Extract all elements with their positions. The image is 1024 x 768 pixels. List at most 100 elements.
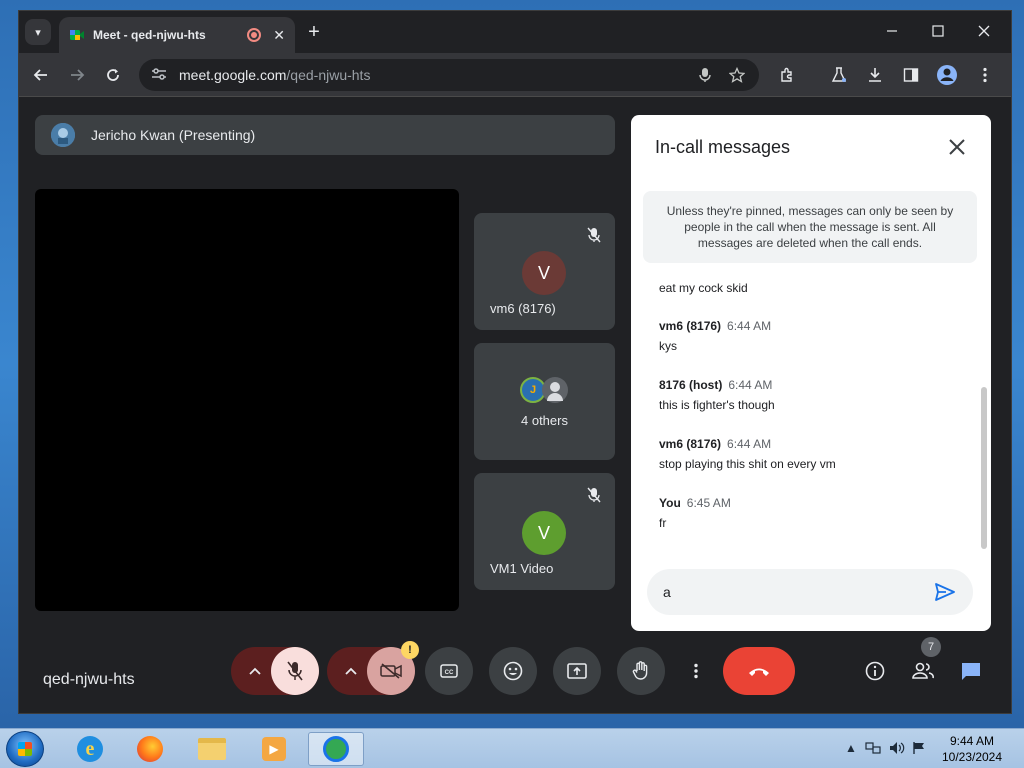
message-time: 6:44 AM: [727, 319, 772, 333]
bookmark-star-icon[interactable]: [727, 65, 747, 85]
mic-off-icon: [587, 487, 601, 506]
show-hidden-icons-icon[interactable]: ▲: [842, 739, 860, 757]
tab-close-icon[interactable]: ✕: [273, 27, 285, 44]
internet-explorer-icon: e: [77, 736, 103, 762]
mic-toggle-button[interactable]: [271, 647, 319, 695]
microphone-icon[interactable]: [695, 65, 715, 85]
meet-favicon-icon: [69, 27, 85, 43]
tab-meet[interactable]: Meet - qed-njwu-hts ✕: [59, 17, 295, 53]
meet-call-area: Jericho Kwan (Presenting) V vm6 (8176) J…: [19, 97, 1011, 713]
message-time: 6:45 AM: [686, 496, 731, 510]
folder-icon: [198, 738, 226, 760]
end-call-button[interactable]: [723, 647, 795, 695]
media-player-icon: ▶: [262, 737, 286, 761]
chevron-up-icon[interactable]: [339, 659, 363, 683]
address-bar[interactable]: meet.google.com/qed-njwu-hts: [139, 59, 759, 91]
camera-warning-badge: !: [401, 641, 419, 659]
presentation-stage[interactable]: [35, 189, 459, 611]
maximize-button[interactable]: [915, 17, 961, 45]
presenter-name: Jericho Kwan (Presenting): [91, 127, 256, 143]
chat-message: vm6 (8176) 6:44 AM kys: [659, 319, 969, 353]
clock-date: 10/23/2024: [941, 750, 1003, 764]
camera-control-group: !: [327, 641, 419, 695]
chat-message: eat my cock skid: [659, 281, 969, 295]
taskbar-media-player[interactable]: ▶: [246, 732, 302, 766]
chat-input-box[interactable]: [647, 569, 973, 615]
message-time: 6:44 AM: [728, 378, 773, 392]
mic-off-icon: [587, 227, 601, 246]
minimize-button[interactable]: [869, 17, 915, 45]
forward-button[interactable]: [63, 61, 91, 89]
url-path: /qed-njwu-hts: [286, 67, 371, 83]
browser-app-icon: [323, 736, 349, 762]
message-text: this is fighter's though: [659, 398, 775, 412]
send-icon[interactable]: [933, 580, 957, 604]
message-sender: 8176 (host): [659, 378, 723, 392]
taskbar-firefox[interactable]: [122, 732, 178, 766]
mic-control-group: [231, 647, 319, 695]
volume-icon[interactable]: [888, 739, 906, 757]
side-panel-icon[interactable]: [897, 61, 925, 89]
message-sender: vm6 (8176): [659, 319, 722, 333]
svg-text:CC: CC: [445, 670, 454, 676]
browser-window: ▾ Meet - qed-njwu-hts ✕ + meet.google.co…: [18, 10, 1012, 714]
participant-name: vm6 (8176): [490, 301, 556, 316]
taskbar-file-explorer[interactable]: [184, 732, 240, 766]
browser-menu-icon[interactable]: [971, 61, 999, 89]
emoji-reaction-button[interactable]: [489, 647, 537, 695]
chat-message-input[interactable]: [663, 584, 933, 600]
labs-flask-icon[interactable]: [825, 61, 853, 89]
close-window-button[interactable]: [961, 17, 1007, 45]
chat-message: 8176 (host) 6:44 AM this is fighter's tho…: [659, 378, 969, 412]
browser-toolbar: meet.google.com/qed-njwu-hts: [19, 53, 1011, 97]
meeting-info-icon[interactable]: [861, 657, 889, 685]
chat-title: In-call messages: [655, 137, 791, 157]
tab-search-button[interactable]: ▾: [25, 19, 51, 45]
people-count-badge: 7: [921, 637, 941, 657]
message-text: stop playing this shit on every vm: [659, 457, 836, 471]
participant-tile-vm6[interactable]: V vm6 (8176): [474, 213, 615, 330]
participant-avatar: V: [522, 251, 566, 295]
chat-message: vm6 (8176) 6:44 AM stop playing this shit…: [659, 437, 969, 471]
captions-button[interactable]: CC: [425, 647, 473, 695]
message-sender: vm6 (8176): [659, 437, 722, 451]
chat-panel: In-call messages Unless they're pinned, …: [631, 115, 991, 631]
clock-time: 9:44 AM: [949, 734, 995, 748]
extensions-icon[interactable]: [773, 61, 801, 89]
firefox-icon: [137, 736, 163, 762]
camera-toggle-button[interactable]: !: [367, 641, 419, 695]
new-tab-button[interactable]: +: [301, 19, 327, 45]
taskbar-meet-browser[interactable]: [308, 732, 364, 766]
recording-icon: [247, 28, 262, 42]
chat-scrollbar[interactable]: [981, 387, 987, 549]
message-text: eat my cock skid: [659, 281, 748, 295]
system-clock[interactable]: 9:44 AM 10/23/2024: [932, 733, 1012, 765]
more-options-button[interactable]: [681, 647, 711, 695]
tab-strip: ▾ Meet - qed-njwu-hts ✕ +: [19, 11, 1011, 53]
taskbar-internet-explorer[interactable]: e: [62, 732, 118, 766]
message-time: 6:44 AM: [727, 437, 772, 451]
site-info-icon[interactable]: [151, 67, 167, 84]
present-screen-button[interactable]: [553, 647, 601, 695]
chat-close-button[interactable]: [945, 135, 969, 159]
participant-tile-others[interactable]: J 4 others: [474, 343, 615, 460]
url-host: meet.google.com: [179, 67, 287, 83]
start-button[interactable]: [6, 731, 44, 767]
network-icon[interactable]: [864, 739, 882, 757]
action-center-flag-icon[interactable]: [910, 739, 928, 757]
message-sender: You: [659, 496, 681, 510]
chat-toggle-icon[interactable]: [957, 657, 985, 685]
chevron-up-icon[interactable]: [243, 659, 267, 683]
back-button[interactable]: [27, 61, 55, 89]
windows-taskbar: e ▶ ▲ 9:44 AM 10/23/2024: [0, 728, 1024, 768]
others-count-label: 4 others: [521, 413, 568, 428]
raise-hand-button[interactable]: [617, 647, 665, 695]
others-avatars: J: [520, 377, 572, 403]
people-icon[interactable]: [909, 657, 937, 685]
profile-avatar-icon[interactable]: [933, 61, 961, 89]
downloads-icon[interactable]: [861, 61, 889, 89]
reload-button[interactable]: [99, 61, 127, 89]
chevron-down-icon: ▾: [35, 26, 41, 39]
participant-tile-vm1[interactable]: V VM1 Video: [474, 473, 615, 590]
message-text: kys: [659, 339, 677, 353]
